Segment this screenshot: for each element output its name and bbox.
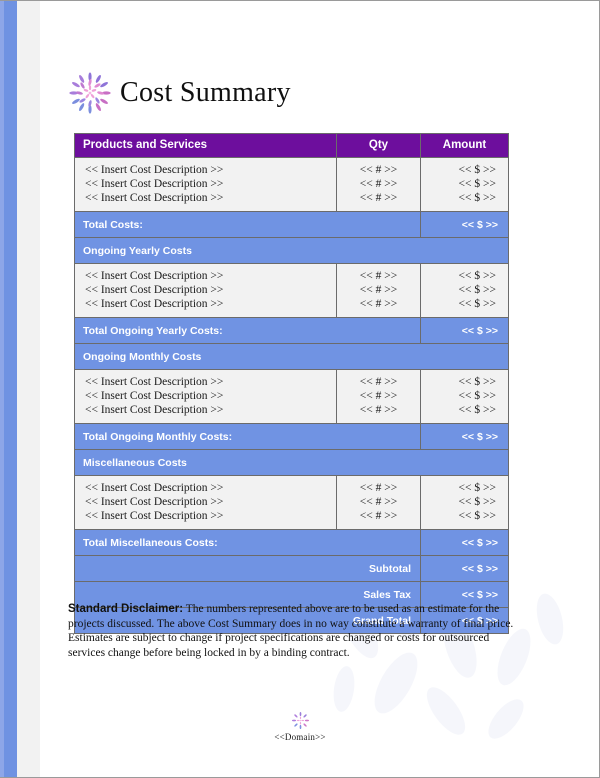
cost-summary-table: Products and Services Qty Amount << Inse… [74,133,509,634]
cost-qty-cell[interactable]: << # >> << # >> << # >> [336,475,421,530]
cost-amount-cell-line: << $ >> [458,510,496,522]
cost-qty-cell-line: << # >> [359,510,398,522]
section-label: Ongoing Monthly Costs [74,343,509,370]
column-header-qty: Qty [336,133,421,158]
table-total-row: Total Ongoing Yearly Costs: << $ >> [74,317,509,344]
total-label: Total Ongoing Yearly Costs: [74,317,421,344]
footer-domain: <<Domain>> [274,732,326,742]
cost-description-cell-line: << Insert Cost Description >> [85,192,224,204]
total-label: Total Costs: [74,211,421,238]
cost-qty-cell[interactable]: << # >> << # >> << # >> [336,369,421,424]
cost-amount-cell-line: << $ >> [458,270,496,282]
total-amount-cell[interactable]: << $ >> [420,211,509,238]
cost-description-cell-line: << Insert Cost Description >> [85,482,224,494]
table-header-row: Products and Services Qty Amount [74,133,509,158]
cost-amount-cell-line: << $ >> [458,178,496,190]
cost-qty-cell-line: << # >> [359,178,398,190]
total-label: Total Miscellaneous Costs: [74,529,421,556]
table-section-row: Ongoing Monthly Costs [74,343,509,370]
cost-description-cell[interactable]: << Insert Cost Description >> << Insert C… [74,263,337,318]
table-item-group: << Insert Cost Description >> << Insert C… [74,369,509,424]
cost-description-cell-line: << Insert Cost Description >> [85,178,224,190]
cost-description-cell[interactable]: << Insert Cost Description >> << Insert C… [74,157,337,212]
cost-amount-cell[interactable]: << $ >> << $ >> << $ >> [420,157,509,212]
cost-description-cell-line: << Insert Cost Description >> [85,404,224,416]
table-item-group: << Insert Cost Description >> << Insert C… [74,263,509,318]
section-label: Miscellaneous Costs [74,449,509,476]
cost-qty-cell-line: << # >> [359,270,398,282]
flower-burst-icon [69,72,111,114]
table-total-row: Total Costs: << $ >> [74,211,509,238]
cost-amount-cell-line: << $ >> [458,496,496,508]
disclaimer-lead: Standard Disclaimer: [68,603,184,615]
cost-amount-cell[interactable]: << $ >> << $ >> << $ >> [420,475,509,530]
page-footer: <<Domain>> [0,711,599,742]
table-item-group: << Insert Cost Description >> << Insert C… [74,157,509,212]
cost-qty-cell-line: << # >> [359,376,398,388]
document-header: Cost Summary [68,67,291,119]
cost-amount-cell-line: << $ >> [458,376,496,388]
cost-qty-cell-line: << # >> [359,390,398,402]
cost-qty-cell[interactable]: << # >> << # >> << # >> [336,157,421,212]
table-section-row: Ongoing Yearly Costs [74,237,509,264]
cost-amount-cell-line: << $ >> [458,164,496,176]
cost-description-cell-line: << Insert Cost Description >> [85,164,224,176]
cost-description-cell-line: << Insert Cost Description >> [85,510,224,522]
cost-qty-cell-line: << # >> [359,164,398,176]
cost-qty-cell-line: << # >> [359,496,398,508]
table-total-row: Total Miscellaneous Costs: << $ >> [74,529,509,556]
table-item-group: << Insert Cost Description >> << Insert C… [74,475,509,530]
page-title: Cost Summary [120,77,291,108]
section-label: Ongoing Yearly Costs [74,237,509,264]
cost-amount-cell-line: << $ >> [458,390,496,402]
cost-description-cell[interactable]: << Insert Cost Description >> << Insert C… [74,369,337,424]
table-total-row: Total Ongoing Monthly Costs: << $ >> [74,423,509,450]
cost-description-cell-line: << Insert Cost Description >> [85,376,224,388]
table-section-row: Miscellaneous Costs [74,449,509,476]
cost-description-cell[interactable]: << Insert Cost Description >> << Insert C… [74,475,337,530]
cost-description-cell-line: << Insert Cost Description >> [85,496,224,508]
column-header-amount: Amount [420,133,509,158]
total-amount-cell[interactable]: << $ >> [420,423,509,450]
total-label: Total Ongoing Monthly Costs: [74,423,421,450]
summary-label: Subtotal [74,555,421,582]
cost-amount-cell[interactable]: << $ >> << $ >> << $ >> [420,263,509,318]
total-amount-cell[interactable]: << $ >> [420,529,509,556]
cost-description-cell-line: << Insert Cost Description >> [85,284,224,296]
cost-qty-cell-line: << # >> [359,298,398,310]
cost-amount-cell[interactable]: << $ >> << $ >> << $ >> [420,369,509,424]
cost-qty-cell-line: << # >> [359,192,398,204]
cost-description-cell-line: << Insert Cost Description >> [85,390,224,402]
flower-burst-icon [291,711,309,730]
standard-disclaimer: Standard Disclaimer: The numbers represe… [68,602,520,660]
cost-amount-cell-line: << $ >> [458,404,496,416]
cost-description-cell-line: << Insert Cost Description >> [85,270,224,282]
cost-qty-cell-line: << # >> [359,404,398,416]
cost-description-cell-line: << Insert Cost Description >> [85,298,224,310]
cost-qty-cell[interactable]: << # >> << # >> << # >> [336,263,421,318]
cost-qty-cell-line: << # >> [359,482,398,494]
document-page: Cost Summary Products and Services Qty A… [0,0,600,778]
cost-amount-cell-line: << $ >> [458,482,496,494]
cost-amount-cell-line: << $ >> [458,298,496,310]
cost-amount-cell-line: << $ >> [458,192,496,204]
cost-amount-cell-line: << $ >> [458,284,496,296]
column-header-products: Products and Services [74,133,337,158]
total-amount-cell[interactable]: << $ >> [420,317,509,344]
table-summary-row: Subtotal << $ >> [74,555,509,582]
cost-qty-cell-line: << # >> [359,284,398,296]
summary-amount-cell[interactable]: << $ >> [420,555,509,582]
